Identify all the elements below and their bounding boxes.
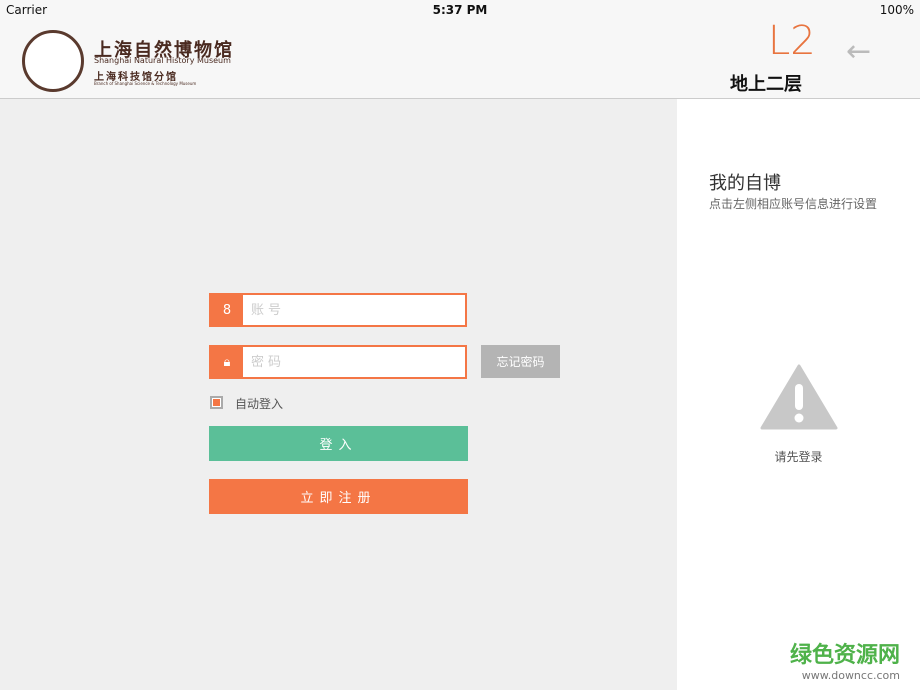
user-icon: 8 xyxy=(211,295,243,325)
password-field: 🔒︎ xyxy=(209,345,467,379)
museum-logo-icon xyxy=(22,30,84,92)
arrow-left-icon[interactable]: ← xyxy=(846,34,871,69)
battery: 100% xyxy=(879,3,914,17)
watermark-text: 绿色资源网 xyxy=(789,643,900,668)
header: 上海自然博物馆 Shanghai Natural History Museum … xyxy=(0,18,920,99)
login-notice: 请先登录 xyxy=(774,450,823,464)
login-button[interactable]: 登入 xyxy=(209,426,468,461)
panel-title: 我的自博 xyxy=(709,173,781,194)
account-panel: 我的自博 点击左侧相应账号信息进行设置 请先登录 xyxy=(677,99,920,690)
auto-login-label: 自动登入 xyxy=(235,397,284,411)
lock-icon: 🔒︎ xyxy=(211,347,243,377)
logo-english: Shanghai Natural History Museum xyxy=(94,56,231,65)
watermark: 绿色资源网 www.downcc.com xyxy=(790,637,900,682)
register-button[interactable]: 立即注册 xyxy=(209,479,468,514)
floor-code: L2 xyxy=(768,18,816,64)
forgot-password-button[interactable]: 忘记密码 xyxy=(481,345,560,378)
auto-login-checkbox[interactable] xyxy=(210,396,223,409)
panel-subtitle: 点击左侧相应账号信息进行设置 xyxy=(709,197,878,211)
time: 5:37 PM xyxy=(432,3,488,17)
password-input[interactable] xyxy=(243,347,465,377)
warning-icon xyxy=(760,364,838,430)
status-bar: Carrier 5:37 PM 100% xyxy=(0,0,920,20)
account-input[interactable] xyxy=(243,295,465,325)
watermark-url: www.downcc.com xyxy=(801,669,900,682)
floor-name: 地上二层 xyxy=(730,74,802,95)
logo-subtitle-en: Branch of Shanghai Science & Technology … xyxy=(94,81,197,86)
account-field: 8 xyxy=(209,293,467,327)
